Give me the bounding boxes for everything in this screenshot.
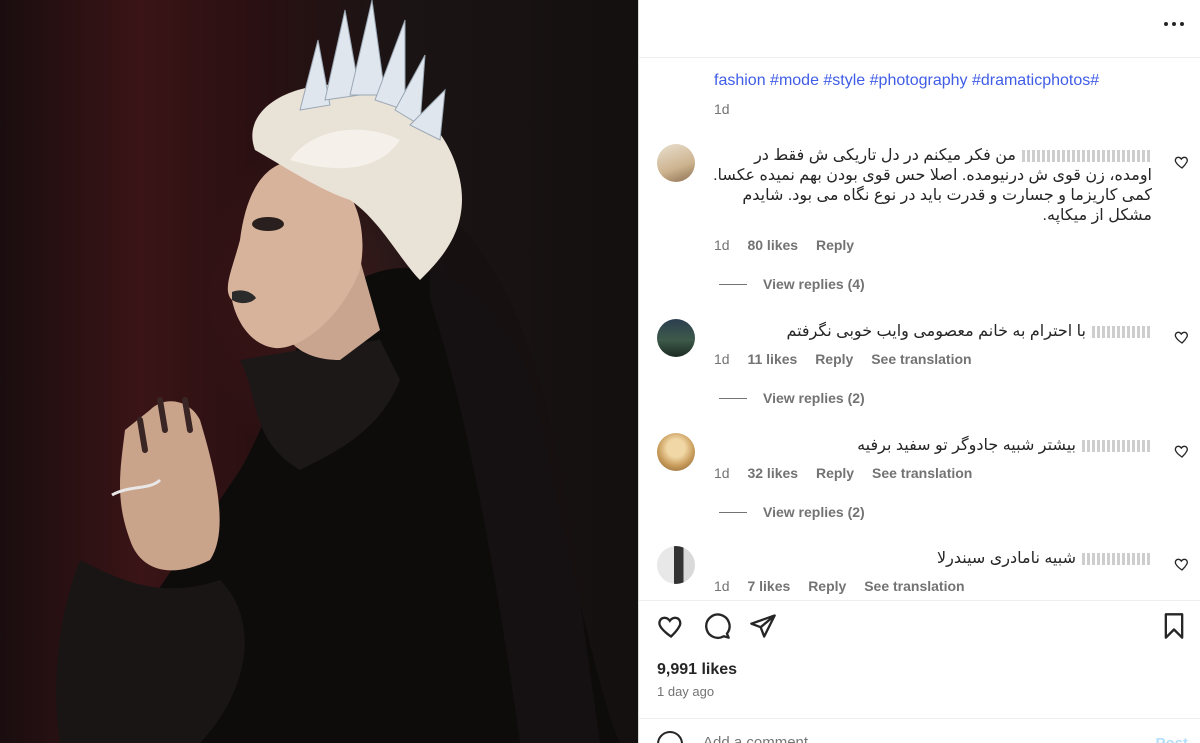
see-translation-button[interactable]: See translation bbox=[872, 465, 972, 481]
comment-username[interactable] bbox=[1022, 149, 1152, 162]
post-photo bbox=[0, 0, 638, 743]
see-translation-button[interactable]: See translation bbox=[871, 351, 971, 367]
see-translation-button[interactable]: See translation bbox=[864, 578, 964, 594]
comment-likes[interactable]: 11 likes bbox=[747, 351, 797, 367]
bookmark-icon[interactable] bbox=[1160, 612, 1188, 640]
avatar[interactable] bbox=[657, 144, 695, 182]
comment-like-icon[interactable] bbox=[1174, 329, 1190, 345]
comment-likes[interactable]: 32 likes bbox=[747, 465, 798, 481]
comment-text: بیشتر شبیه جادوگر تو سفید برفیه bbox=[712, 436, 1152, 456]
post-caption: fashion #mode #style #photography #drama… bbox=[714, 72, 1100, 89]
comment-text: با احترام به خانم معصومی وایب خوبی نگرفت… bbox=[712, 322, 1152, 342]
view-replies-button[interactable]: View replies (4) bbox=[719, 276, 865, 292]
emoji-icon[interactable] bbox=[657, 731, 683, 743]
comment-username[interactable] bbox=[1082, 439, 1152, 452]
post-header bbox=[639, 0, 1200, 58]
reply-button[interactable]: Reply bbox=[816, 465, 854, 481]
comment-meta: 1d 11 likes Reply See translation bbox=[714, 351, 986, 367]
reply-button[interactable]: Reply bbox=[808, 578, 846, 594]
share-icon[interactable] bbox=[749, 612, 777, 640]
comment-text: شبیه نامادری سیندرلا bbox=[712, 549, 1152, 569]
comment-like-icon[interactable] bbox=[1174, 443, 1190, 459]
comment-likes[interactable]: 80 likes bbox=[747, 237, 798, 253]
add-comment-bar: Post bbox=[639, 718, 1200, 743]
avatar[interactable] bbox=[657, 546, 695, 584]
comments-panel: fashion #mode #style #photography #drama… bbox=[639, 0, 1200, 743]
comment-username[interactable] bbox=[1092, 325, 1152, 338]
reply-button[interactable]: Reply bbox=[815, 351, 853, 367]
comment-like-icon[interactable] bbox=[1174, 556, 1190, 572]
comment-input[interactable] bbox=[703, 734, 1103, 743]
portrait-illustration bbox=[56, 0, 620, 743]
comment-time: 1d bbox=[714, 237, 730, 253]
comment-time: 1d bbox=[714, 351, 730, 367]
comment-username[interactable] bbox=[1082, 552, 1152, 565]
comment-icon[interactable] bbox=[703, 612, 731, 640]
comment-meta: 1d 7 likes Reply See translation bbox=[714, 578, 979, 594]
comment-time: 1d bbox=[714, 578, 730, 594]
avatar[interactable] bbox=[657, 433, 695, 471]
post-comment-button[interactable]: Post bbox=[1155, 735, 1188, 743]
view-replies-button[interactable]: View replies (2) bbox=[719, 504, 865, 520]
caption-time: 1d bbox=[714, 101, 730, 117]
avatar[interactable] bbox=[657, 319, 695, 357]
post-actions: 9,991 likes 1 day ago bbox=[639, 600, 1200, 720]
reply-button[interactable]: Reply bbox=[816, 237, 854, 253]
comment-meta: 1d 80 likes Reply bbox=[714, 237, 868, 253]
comment-time: 1d bbox=[714, 465, 730, 481]
comment-like-icon[interactable] bbox=[1174, 154, 1190, 170]
heart-icon[interactable] bbox=[657, 612, 685, 640]
post-likes[interactable]: 9,991 likes bbox=[657, 661, 737, 679]
more-icon[interactable] bbox=[1162, 12, 1186, 36]
comment-text: من فکر میکنم در دل تاریکی ش فقط در اومده… bbox=[713, 147, 1152, 224]
view-replies-button[interactable]: View replies (2) bbox=[719, 390, 865, 406]
comment-likes[interactable]: 7 likes bbox=[747, 578, 790, 594]
comment-meta: 1d 32 likes Reply See translation bbox=[714, 465, 986, 481]
post-date: 1 day ago bbox=[657, 684, 715, 699]
